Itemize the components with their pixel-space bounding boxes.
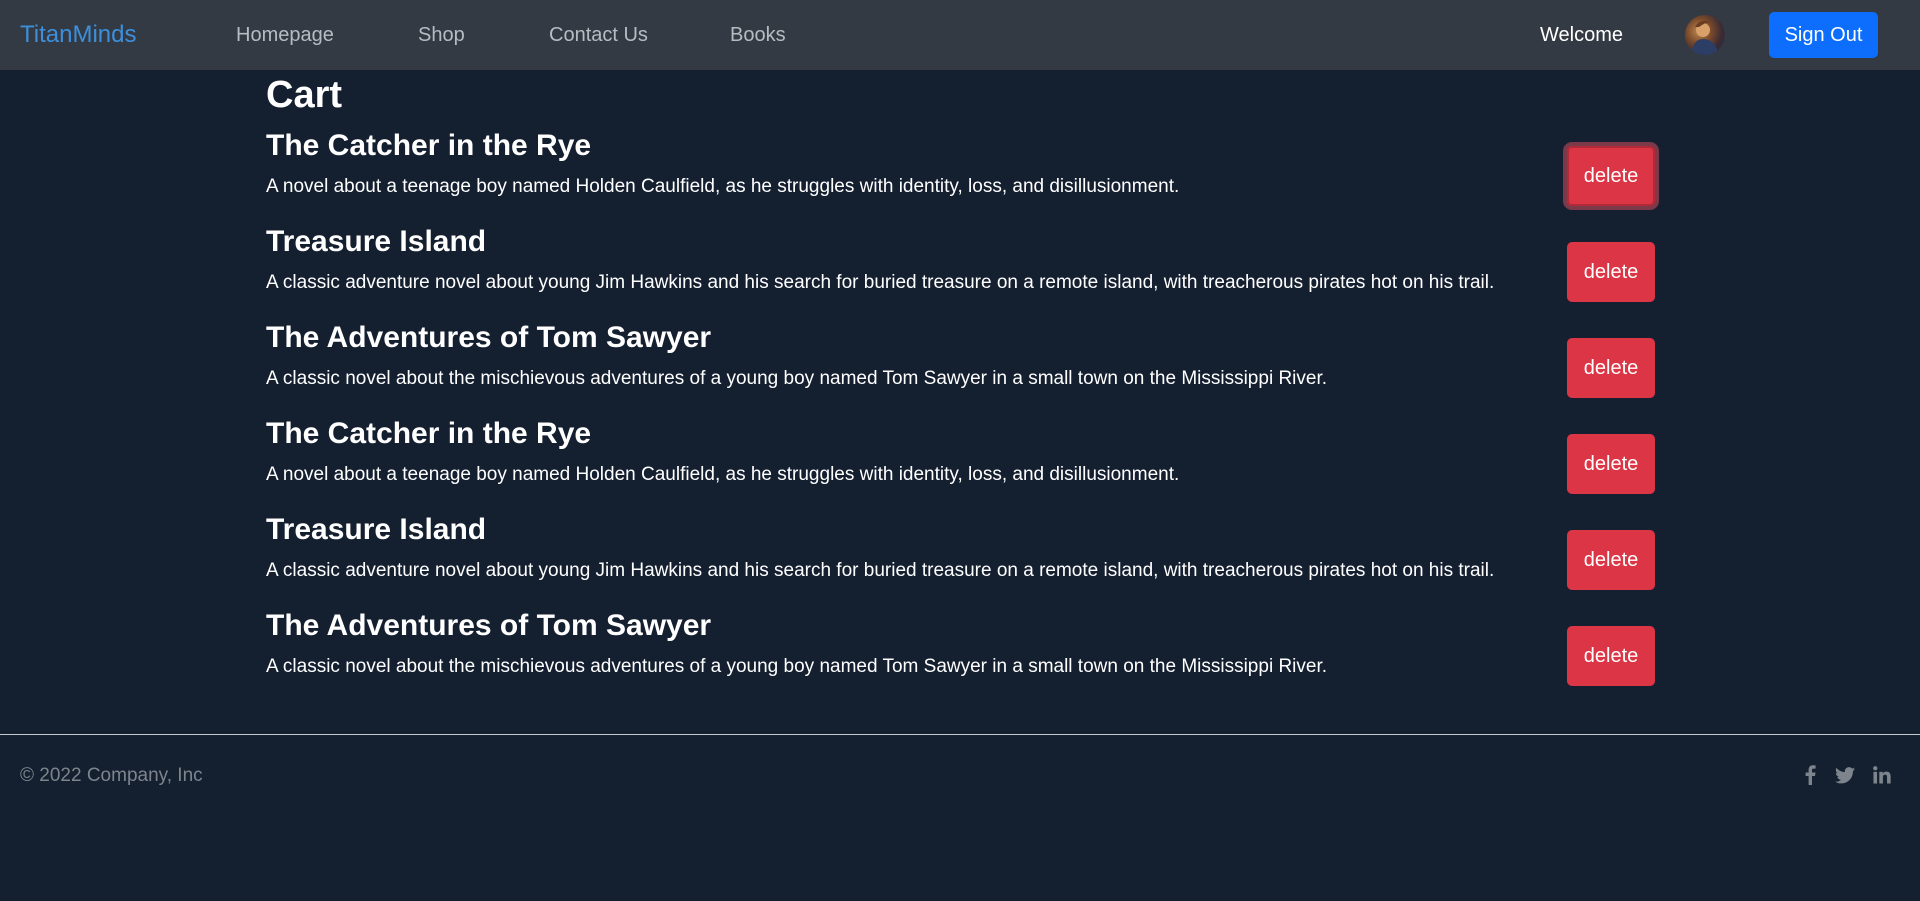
item-description: A classic novel about the mischievous ad… xyxy=(266,656,1328,677)
cart-item: Treasure Island A classic adventure nove… xyxy=(266,510,1656,606)
item-description: A novel about a teenage boy named Holden… xyxy=(266,176,1180,197)
item-description: A novel about a teenage boy named Holden… xyxy=(266,464,1180,485)
facebook-icon[interactable] xyxy=(1797,762,1823,788)
cart-item: The Adventures of Tom Sawyer A classic n… xyxy=(266,606,1656,702)
sign-out-button[interactable]: Sign Out xyxy=(1769,12,1878,58)
page-title: Cart xyxy=(266,74,343,116)
item-title: The Catcher in the Rye xyxy=(266,417,592,450)
cart-item: Treasure Island A classic adventure nove… xyxy=(266,222,1656,318)
cart-item: The Adventures of Tom Sawyer A classic n… xyxy=(266,318,1656,414)
item-title: Treasure Island xyxy=(266,225,487,258)
twitter-icon[interactable] xyxy=(1832,762,1858,788)
nav-link-contact-us[interactable]: Contact Us xyxy=(549,0,648,70)
linkedin-icon[interactable] xyxy=(1869,762,1895,788)
cart-item: The Catcher in the Rye A novel about a t… xyxy=(266,126,1656,222)
brand-logo-link[interactable]: TitanMinds xyxy=(20,0,136,70)
welcome-text: Welcome xyxy=(1540,24,1623,46)
item-title: The Adventures of Tom Sawyer xyxy=(266,609,712,642)
nav-link-books[interactable]: Books xyxy=(730,0,786,70)
item-title: The Catcher in the Rye xyxy=(266,129,592,162)
avatar[interactable] xyxy=(1685,15,1725,55)
delete-button[interactable]: delete xyxy=(1567,146,1655,206)
item-description: A classic adventure novel about young Ji… xyxy=(266,272,1495,293)
footer-divider xyxy=(0,734,1920,735)
cart-item: The Catcher in the Rye A novel about a t… xyxy=(266,414,1656,510)
nav-link-shop[interactable]: Shop xyxy=(418,0,465,70)
delete-button[interactable]: delete xyxy=(1567,626,1655,686)
delete-button[interactable]: delete xyxy=(1567,338,1655,398)
item-description: A classic adventure novel about young Ji… xyxy=(266,560,1495,581)
copyright-text: © 2022 Company, Inc xyxy=(20,765,203,786)
navbar: TitanMinds Homepage Shop Contact Us Book… xyxy=(0,0,1920,70)
delete-button[interactable]: delete xyxy=(1567,242,1655,302)
item-description: A classic novel about the mischievous ad… xyxy=(266,368,1328,389)
delete-button[interactable]: delete xyxy=(1567,434,1655,494)
item-title: Treasure Island xyxy=(266,513,487,546)
item-title: The Adventures of Tom Sawyer xyxy=(266,321,712,354)
nav-link-homepage[interactable]: Homepage xyxy=(236,0,334,70)
user-avatar-icon xyxy=(1691,20,1719,55)
delete-button[interactable]: delete xyxy=(1567,530,1655,590)
